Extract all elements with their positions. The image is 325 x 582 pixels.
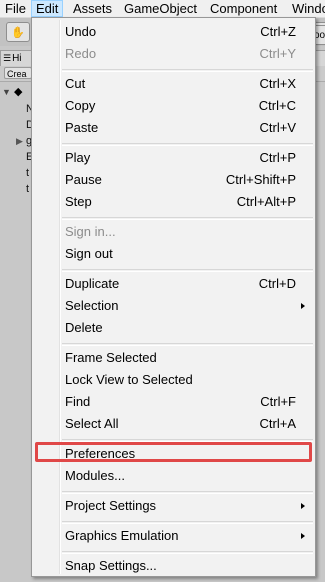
menu-separator — [62, 143, 313, 146]
menu-item-frame-selected[interactable]: Frame Selected — [32, 347, 315, 369]
menu-item-shortcut: Ctrl+X — [259, 76, 296, 91]
menu-item-paste[interactable]: Paste Ctrl+V — [32, 117, 315, 139]
menu-item-copy[interactable]: Copy Ctrl+C — [32, 95, 315, 117]
submenu-arrow-icon — [301, 503, 305, 509]
menu-item-label: Preferences — [65, 446, 136, 461]
tree-item[interactable]: t — [26, 183, 29, 195]
menu-item-label: Delete — [65, 320, 103, 335]
menu-item-selection[interactable]: Selection — [32, 295, 315, 317]
menu-assets[interactable]: Assets — [69, 0, 116, 17]
menu-item-play[interactable]: Play Ctrl+P — [32, 147, 315, 169]
menu-item-shortcut: Ctrl+Y — [259, 46, 296, 61]
expand-arrow-icon[interactable]: ▶ — [16, 136, 23, 147]
menu-item-shortcut: Ctrl+Z — [260, 24, 296, 39]
menu-item-delete[interactable]: Delete — [32, 317, 315, 339]
menu-separator — [62, 69, 313, 72]
menu-item-preferences[interactable]: Preferences — [32, 443, 315, 465]
scene-root[interactable]: ▼ ◆ — [2, 85, 22, 98]
menu-item-label: Redo — [65, 46, 97, 61]
menu-bar: File Edit Assets GameObject Component Wi… — [0, 0, 325, 18]
create-button[interactable]: Crea — [4, 67, 32, 79]
menu-file[interactable]: File — [1, 0, 30, 17]
menu-item-shortcut: Ctrl+P — [259, 150, 296, 165]
menu-item-label: Duplicate — [65, 276, 120, 291]
menu-item-label: Play — [65, 150, 91, 165]
expand-arrow-icon: ▼ — [2, 87, 11, 97]
menu-item-label: Undo — [65, 24, 97, 39]
menu-item-label: Copy — [65, 98, 96, 113]
edit-menu-dropdown: Undo Ctrl+Z Redo Ctrl+Y Cut Ctrl+X Copy … — [31, 17, 316, 577]
menu-item-label: Step — [65, 194, 92, 209]
menu-item-project-settings[interactable]: Project Settings — [32, 495, 315, 517]
menu-item-label: Sign in... — [65, 224, 116, 239]
list-icon: ☰ — [3, 53, 12, 63]
menu-separator — [62, 551, 313, 554]
menu-separator — [62, 343, 313, 346]
hand-icon: ✋ — [11, 26, 25, 39]
menu-item-label: Selection — [65, 298, 119, 313]
menu-separator — [62, 439, 313, 442]
menu-edit[interactable]: Edit — [31, 0, 64, 17]
menu-item-label: Graphics Emulation — [65, 528, 179, 543]
menu-separator — [62, 491, 313, 494]
menu-separator — [62, 217, 313, 220]
menu-item-cut[interactable]: Cut Ctrl+X — [32, 73, 315, 95]
menu-item-step[interactable]: Step Ctrl+Alt+P — [32, 191, 315, 213]
unity-logo-icon: ◆ — [13, 86, 23, 98]
menu-item-sign-in[interactable]: Sign in... — [32, 221, 315, 243]
menu-item-shortcut: Ctrl+F — [260, 394, 296, 409]
menu-item-label: Modules... — [65, 468, 125, 483]
menu-item-shortcut: Ctrl+D — [258, 276, 296, 291]
menu-item-shortcut: Ctrl+V — [259, 120, 296, 135]
menu-item-shortcut: Ctrl+A — [259, 416, 296, 431]
submenu-arrow-icon — [301, 303, 305, 309]
menu-item-select-all[interactable]: Select All Ctrl+A — [32, 413, 315, 435]
menu-separator — [62, 269, 313, 272]
menu-item-redo[interactable]: Redo Ctrl+Y — [32, 43, 315, 65]
menu-item-label: Snap Settings... — [65, 558, 157, 573]
menu-window[interactable]: Windo — [288, 0, 325, 17]
menu-item-sign-out[interactable]: Sign out — [32, 243, 315, 265]
hierarchy-tab[interactable]: ☰Hi — [0, 50, 34, 66]
menu-item-snap-settings[interactable]: Snap Settings... — [32, 555, 315, 577]
menu-item-pause[interactable]: Pause Ctrl+Shift+P — [32, 169, 315, 191]
submenu-arrow-icon — [301, 533, 305, 539]
menu-item-shortcut: Ctrl+C — [258, 98, 296, 113]
menu-item-graphics-emulation[interactable]: Graphics Emulation — [32, 525, 315, 547]
menu-item-undo[interactable]: Undo Ctrl+Z — [32, 21, 315, 43]
menu-item-label: Find — [65, 394, 91, 409]
menu-separator — [62, 521, 313, 524]
menu-item-modules[interactable]: Modules... — [32, 465, 315, 487]
menu-item-label: Lock View to Selected — [65, 372, 193, 387]
menu-item-label: Project Settings — [65, 498, 157, 513]
menu-item-label: Cut — [65, 76, 86, 91]
menu-gameobject[interactable]: GameObject — [120, 0, 201, 17]
hierarchy-tab-label: Hi — [12, 53, 22, 64]
menu-item-label: Frame Selected — [65, 350, 157, 365]
menu-item-shortcut: Ctrl+Alt+P — [236, 194, 296, 209]
menu-item-label: Select All — [65, 416, 119, 431]
menu-item-duplicate[interactable]: Duplicate Ctrl+D — [32, 273, 315, 295]
menu-item-label: Pause — [65, 172, 102, 187]
hand-tool-button[interactable]: ✋ — [6, 22, 30, 42]
menu-item-find[interactable]: Find Ctrl+F — [32, 391, 315, 413]
menu-item-label: Sign out — [65, 246, 113, 261]
menu-item-shortcut: Ctrl+Shift+P — [225, 172, 296, 187]
menu-component[interactable]: Component — [206, 0, 281, 17]
tree-item[interactable]: t — [26, 167, 29, 179]
menu-item-lock-view[interactable]: Lock View to Selected — [32, 369, 315, 391]
menu-item-label: Paste — [65, 120, 99, 135]
